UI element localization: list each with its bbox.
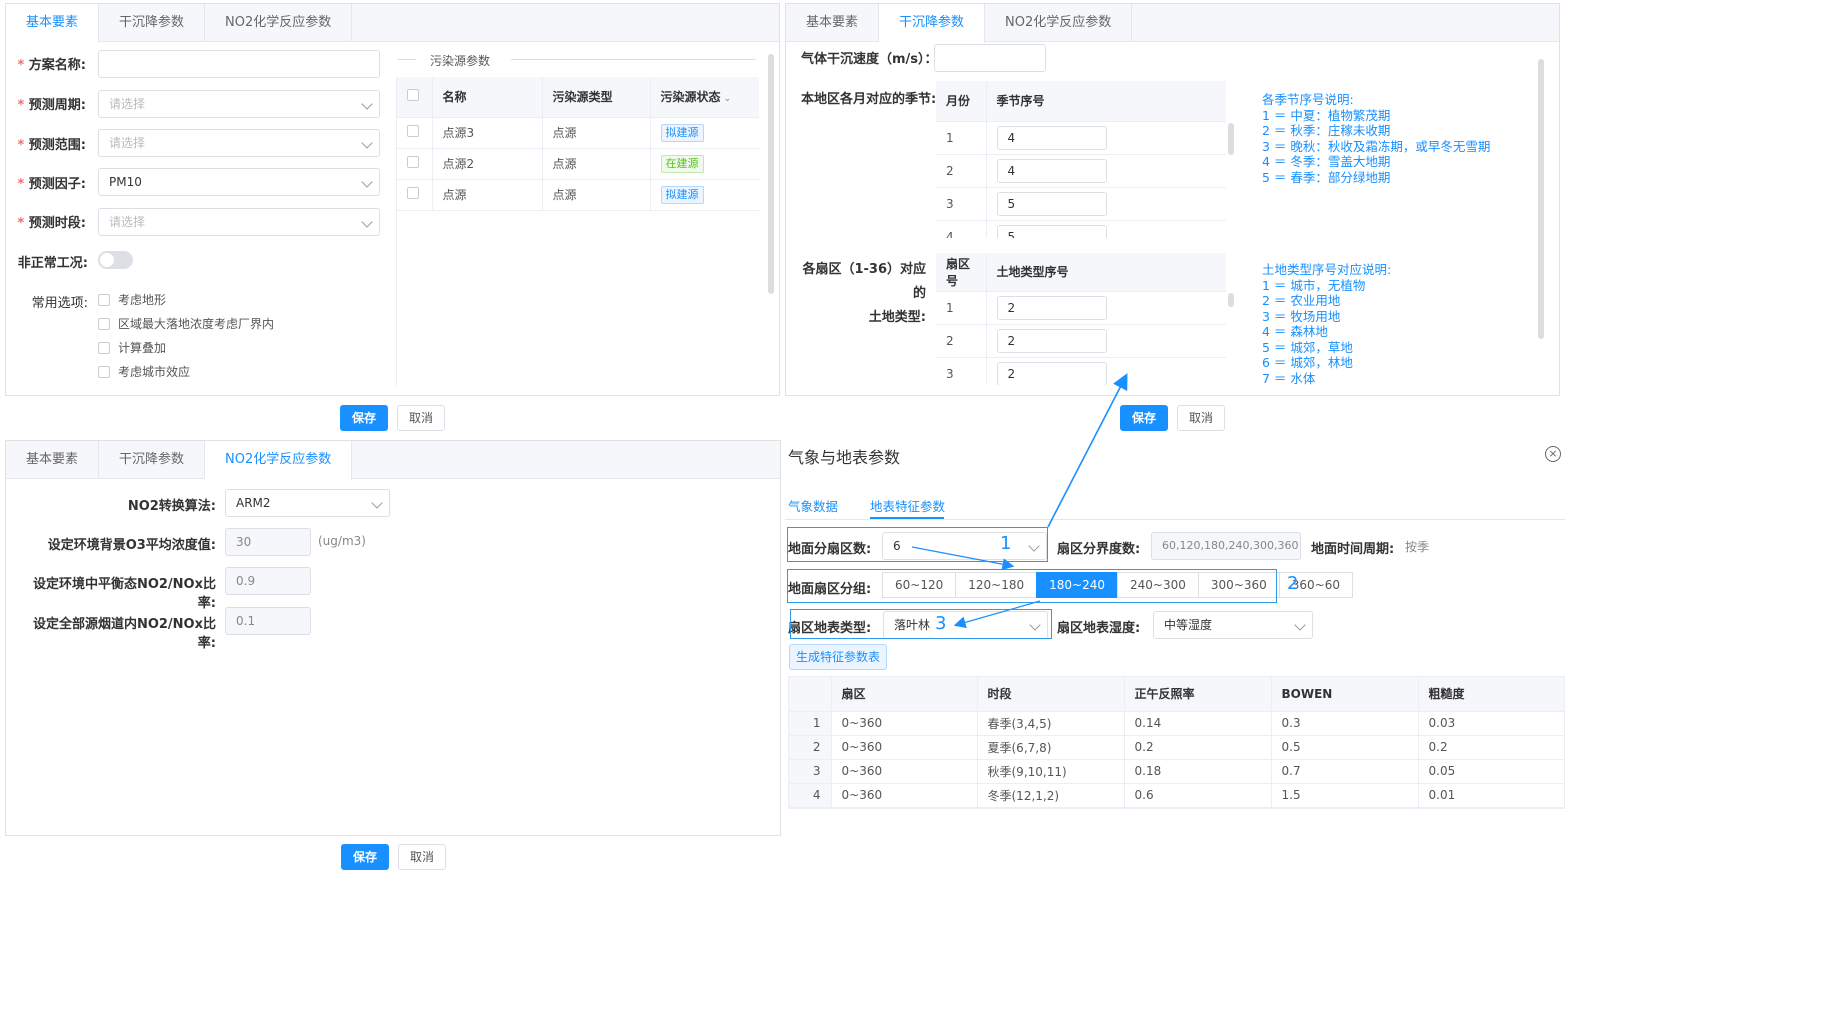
annotation-arrows bbox=[911, 373, 1128, 629]
arrow-to-sector-table bbox=[1047, 373, 1128, 528]
arrow-2-to-3 bbox=[953, 600, 1041, 629]
arrow-1-to-2 bbox=[911, 546, 1015, 571]
